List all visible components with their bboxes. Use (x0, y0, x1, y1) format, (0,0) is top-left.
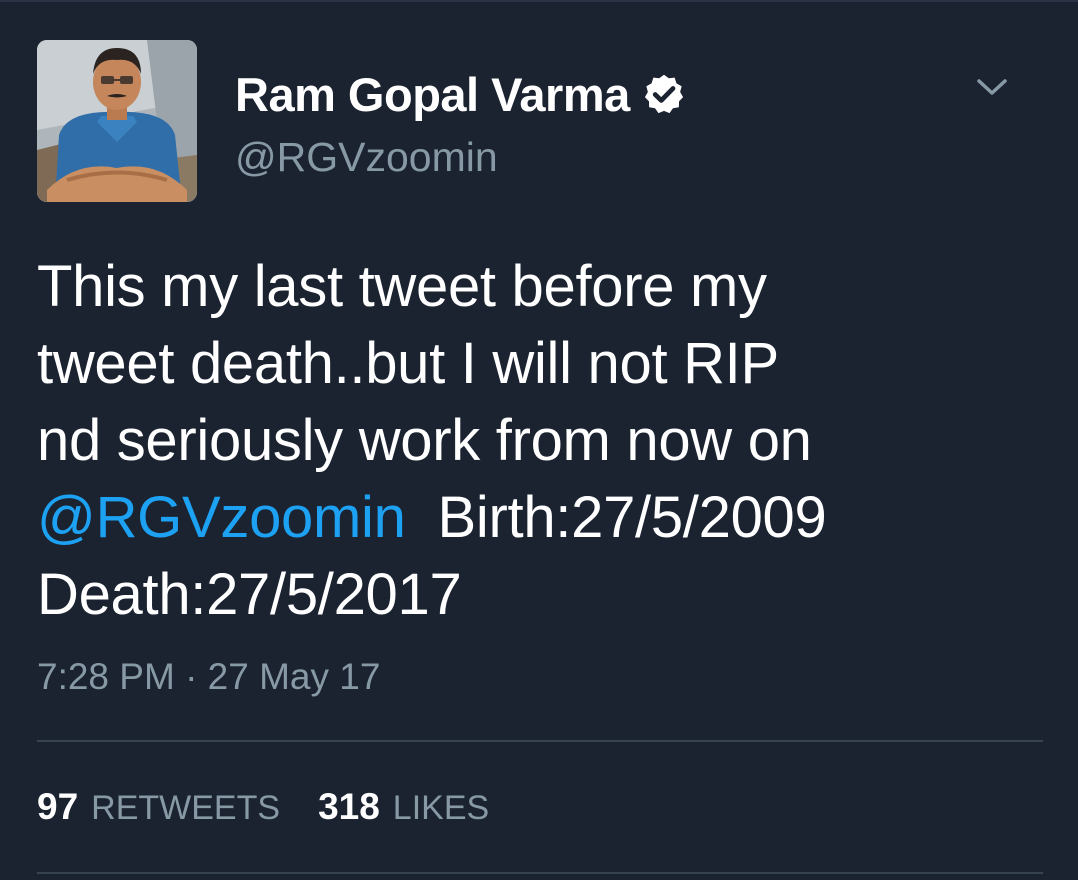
avatar-photo (37, 40, 197, 202)
tweet-text-line: tweet death..but I will not RIP (37, 331, 779, 396)
chevron-down-icon[interactable] (972, 70, 1012, 104)
author-handle[interactable]: @RGVzoomin (235, 134, 498, 181)
retweets-label: RETWEETS (91, 789, 281, 827)
tweet-text: This my last tweet before my tweet death… (37, 248, 1037, 633)
tweet-detail: Ram Gopal Varma @RGVzoomin This my last … (0, 0, 1078, 880)
retweets-count: 97 (37, 786, 79, 827)
tweet-stats: 97 RETWEETS 318 LIKES (37, 786, 489, 828)
birth-text: Birth:27/5/2009 (437, 485, 827, 550)
likes-stat[interactable]: 318 LIKES (318, 786, 489, 828)
display-name[interactable]: Ram Gopal Varma (235, 67, 630, 122)
likes-label: LIKES (392, 789, 490, 827)
top-divider (0, 0, 1078, 2)
divider (37, 872, 1043, 874)
tweet-text-line: This my last tweet before my (37, 254, 767, 319)
divider (37, 740, 1043, 742)
retweets-stat[interactable]: 97 RETWEETS (37, 786, 280, 828)
death-text: Death:27/5/2017 (37, 562, 462, 627)
display-name-row[interactable]: Ram Gopal Varma (235, 64, 686, 124)
tweet-timestamp[interactable]: 7:28 PM · 27 May 17 (37, 656, 380, 698)
verified-badge-icon (644, 74, 683, 114)
mention-link[interactable]: @RGVzoomin (37, 485, 406, 550)
tweet-text-line: nd seriously work from now on (37, 408, 812, 473)
tweet-text-line: @RGVzoomin Birth:27/5/2009 (37, 479, 1037, 556)
likes-count: 318 (318, 786, 380, 827)
avatar[interactable] (37, 40, 197, 202)
